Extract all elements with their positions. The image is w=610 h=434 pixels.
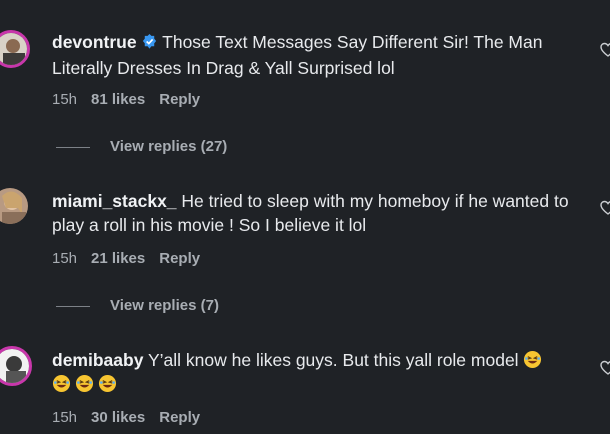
like-count[interactable]: 21 likes: [91, 250, 145, 267]
laughing-face-emoji-icon: [52, 374, 71, 393]
comment-meta: 15h 81 likes Reply: [52, 91, 214, 108]
comment-meta: 15h 21 likes Reply: [52, 250, 214, 267]
laughing-face-emoji-icon: [98, 374, 117, 393]
comments-panel: { "comments": [ { "username": "devontrue…: [0, 0, 610, 434]
avatar-image: [0, 349, 29, 383]
avatar-image: [0, 188, 28, 224]
comment-text: demibaaby Y’all know he likes guys. But …: [52, 348, 592, 396]
comment-body: Y’all know he likes guys. But this yall …: [147, 350, 519, 370]
username[interactable]: devontrue: [52, 32, 137, 52]
view-replies-button[interactable]: View replies (7): [56, 297, 219, 314]
like-heart-icon[interactable]: [600, 42, 610, 58]
avatar[interactable]: [0, 188, 28, 224]
comment-meta: 15h 30 likes Reply: [52, 409, 214, 426]
like-count[interactable]: 30 likes: [91, 409, 145, 426]
laughing-face-emoji-icon: [75, 374, 94, 393]
divider-line: [56, 146, 90, 148]
like-count[interactable]: 81 likes: [91, 91, 145, 108]
timestamp: 15h: [52, 91, 78, 108]
like-heart-icon[interactable]: [600, 200, 610, 216]
username[interactable]: miami_stackx_: [52, 191, 177, 211]
view-replies-label: View replies (27): [110, 138, 228, 155]
avatar[interactable]: [0, 346, 32, 386]
like-heart-icon[interactable]: [600, 360, 610, 376]
timestamp: 15h: [52, 250, 78, 267]
view-replies-button[interactable]: View replies (27): [56, 138, 227, 155]
avatar[interactable]: [0, 30, 30, 68]
divider-line: [56, 305, 90, 307]
view-replies-label: View replies (7): [110, 297, 219, 314]
username[interactable]: demibaaby: [52, 350, 143, 370]
comment-text: miami_stackx_ He tried to sleep with my …: [52, 189, 592, 237]
comment-text: devontrue Those Text Messages Say Differ…: [52, 30, 592, 80]
laughing-face-emoji-icon: [523, 350, 542, 369]
avatar-image: [0, 33, 27, 65]
reply-button[interactable]: Reply: [159, 250, 200, 267]
timestamp: 15h: [52, 409, 78, 426]
reply-button[interactable]: Reply: [159, 409, 200, 426]
reply-button[interactable]: Reply: [159, 91, 200, 108]
verified-badge-icon: [141, 32, 158, 56]
